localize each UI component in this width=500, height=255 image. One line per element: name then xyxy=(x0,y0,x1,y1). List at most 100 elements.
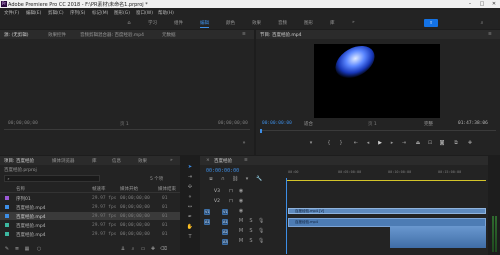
playhead[interactable] xyxy=(286,178,287,254)
maximize-icon[interactable]: □ xyxy=(476,0,488,8)
source-panel-menu-icon[interactable]: ≡ xyxy=(242,32,246,37)
mute-icon[interactable]: M xyxy=(238,228,244,234)
source-patch-v1[interactable]: V1 xyxy=(204,209,210,215)
track-target-a1[interactable]: A1 xyxy=(222,219,228,225)
close-icon[interactable]: ✕ xyxy=(488,0,500,8)
workspace-more[interactable]: » xyxy=(352,20,355,25)
solo-icon[interactable]: S xyxy=(248,218,254,224)
mute-icon[interactable]: M xyxy=(238,238,244,244)
add-marker-icon[interactable]: ▾ xyxy=(244,176,250,182)
solo-icon[interactable]: S xyxy=(248,228,254,234)
menu-window[interactable]: 窗口(W) xyxy=(136,10,153,16)
workspace-learn[interactable]: 学习 xyxy=(148,20,157,26)
track-target-v1[interactable]: V1 xyxy=(222,209,228,215)
workspace-assembly[interactable]: 组件 xyxy=(174,20,183,26)
tab-info[interactable]: 信息 xyxy=(112,158,121,164)
extract-icon[interactable]: ⊡ xyxy=(426,140,434,146)
type-tool-icon[interactable]: T xyxy=(186,234,194,240)
list-view-icon[interactable]: ≣ xyxy=(14,246,20,252)
program-panel-menu-icon[interactable]: ≡ xyxy=(488,32,492,37)
linked-selection-icon[interactable]: ⛓ xyxy=(232,176,238,182)
source-scrubber[interactable] xyxy=(4,129,250,130)
menu-graphics[interactable]: 图形(G) xyxy=(114,10,130,16)
track-target-a2[interactable]: A2 xyxy=(222,229,228,235)
add-marker-icon[interactable]: ▾ xyxy=(308,140,314,146)
selection-tool-icon[interactable]: ➤ xyxy=(186,164,194,170)
tab-project[interactable]: 项目: 百度经验 xyxy=(4,158,34,164)
lift-icon[interactable]: ⏏ xyxy=(414,140,422,146)
close-icon[interactable]: × xyxy=(206,158,210,163)
comparison-view-icon[interactable]: ⧉ xyxy=(452,140,460,146)
write-protect-icon[interactable]: ✎ xyxy=(4,246,10,252)
timeline-settings-icon[interactable]: 🔧 xyxy=(256,176,262,182)
column-frame-rate[interactable]: 帧速率 xyxy=(92,186,106,192)
export-frame-icon[interactable]: ◙ xyxy=(438,140,446,146)
mic-icon[interactable]: 🎙 xyxy=(258,228,264,234)
hand-tool-icon[interactable]: ✋ xyxy=(186,224,194,230)
home-icon[interactable]: ⌂ xyxy=(126,20,132,26)
timeline-menu-icon[interactable]: ≡ xyxy=(244,158,248,163)
tab-source[interactable]: 源: (无剪辑) xyxy=(4,32,28,38)
tab-program[interactable]: 节目: 百度经验.mp4 xyxy=(260,32,301,38)
zoom-slider-icon[interactable]: ○ xyxy=(36,246,42,252)
program-playhead[interactable] xyxy=(260,129,262,133)
solo-icon[interactable]: S xyxy=(248,238,254,244)
source-expand-icon[interactable]: » xyxy=(240,140,248,146)
timeline-timecode[interactable]: 00:00:00:00 xyxy=(206,168,239,174)
new-item-icon[interactable]: ✚ xyxy=(150,246,156,252)
new-bin-icon[interactable]: ▭ xyxy=(140,246,146,252)
tab-effects[interactable]: 效果 xyxy=(138,158,147,164)
tab-effect-controls[interactable]: 效果控件 xyxy=(48,32,66,38)
step-forward-icon[interactable]: ▸ xyxy=(388,140,396,146)
slip-tool-icon[interactable]: ↔ xyxy=(186,204,194,210)
track-select-tool-icon[interactable]: ⇥ xyxy=(186,174,194,180)
menu-sequence[interactable]: 序列(S) xyxy=(70,10,85,16)
mic-icon[interactable]: 🎙 xyxy=(258,238,264,244)
find-icon[interactable]: ⌕ xyxy=(130,246,136,252)
delete-icon[interactable]: ⌫ xyxy=(160,246,167,252)
ripple-edit-tool-icon[interactable]: ✣ xyxy=(186,184,194,190)
project-search-input[interactable]: ⌕ xyxy=(4,175,100,182)
workspace-audio[interactable]: 音频 xyxy=(278,20,287,26)
source-timecode-in[interactable]: 00;00;00;00 xyxy=(8,121,38,126)
button-editor-icon[interactable]: ✚ xyxy=(466,140,474,146)
track-target-a3[interactable]: A3 xyxy=(222,239,228,245)
snap-icon[interactable]: ∩ xyxy=(220,176,226,182)
minimize-icon[interactable]: – xyxy=(464,0,476,8)
project-tabs-more[interactable]: » xyxy=(170,158,173,163)
toggle-sync-lock-icon[interactable]: ⊓ xyxy=(228,188,234,194)
workspace-color[interactable]: 颜色 xyxy=(226,20,235,26)
tab-metadata[interactable]: 元数据 xyxy=(162,32,176,38)
share-button[interactable]: ⇪ xyxy=(424,19,438,27)
toggle-sync-lock-icon[interactable]: ⊓ xyxy=(228,198,234,204)
time-ruler[interactable]: 00:00 00:05:00:00 00:10:00:00 00:15:00:0… xyxy=(286,168,486,182)
mute-icon[interactable]: M xyxy=(238,218,244,224)
workspace-libraries[interactable]: 库 xyxy=(330,20,335,26)
pen-tool-icon[interactable]: ✒ xyxy=(186,214,194,220)
menu-clip[interactable]: 剪辑(C) xyxy=(48,10,64,16)
video-clip[interactable]: 百度经验.mp4 [V] xyxy=(288,208,486,214)
eye-icon[interactable]: ◉ xyxy=(238,188,244,194)
nest-icon[interactable]: ⧈ xyxy=(208,176,214,182)
eye-icon[interactable]: ◉ xyxy=(238,198,244,204)
menu-edit[interactable]: 编辑(E) xyxy=(26,10,41,16)
tab-audio-clip-mixer[interactable]: 音频剪辑混合器: 百度经验.mp4 xyxy=(80,32,144,38)
mark-out-icon[interactable]: } xyxy=(338,140,344,146)
column-name[interactable]: 名称 xyxy=(16,186,25,192)
go-to-in-icon[interactable]: ⇤ xyxy=(352,140,360,146)
column-media-end[interactable]: 媒体结束 xyxy=(158,186,176,192)
project-list-item[interactable]: 百度经验.mp4 29.97 fps 00;00;00;00 01 xyxy=(0,230,180,238)
column-media-start[interactable]: 媒体开始 xyxy=(120,186,138,192)
eye-icon[interactable]: ◉ xyxy=(238,208,244,214)
menu-marker[interactable]: 标记(M) xyxy=(92,10,108,16)
program-video-frame[interactable] xyxy=(314,44,440,118)
mark-in-icon[interactable]: { xyxy=(326,140,332,146)
source-patch-a1[interactable]: A1 xyxy=(204,219,210,225)
program-fit-select[interactable]: 适合 xyxy=(304,121,313,127)
work-area-bar[interactable] xyxy=(286,180,486,181)
automate-to-sequence-icon[interactable]: ⇊ xyxy=(120,246,126,252)
tab-libraries[interactable]: 库 xyxy=(92,158,97,164)
menu-help[interactable]: 帮助(H) xyxy=(158,10,174,16)
step-back-icon[interactable]: ◂ xyxy=(364,140,372,146)
project-list-item[interactable]: 百度经验.mp4 29.97 fps 00;00;00;00 01 xyxy=(0,203,180,211)
